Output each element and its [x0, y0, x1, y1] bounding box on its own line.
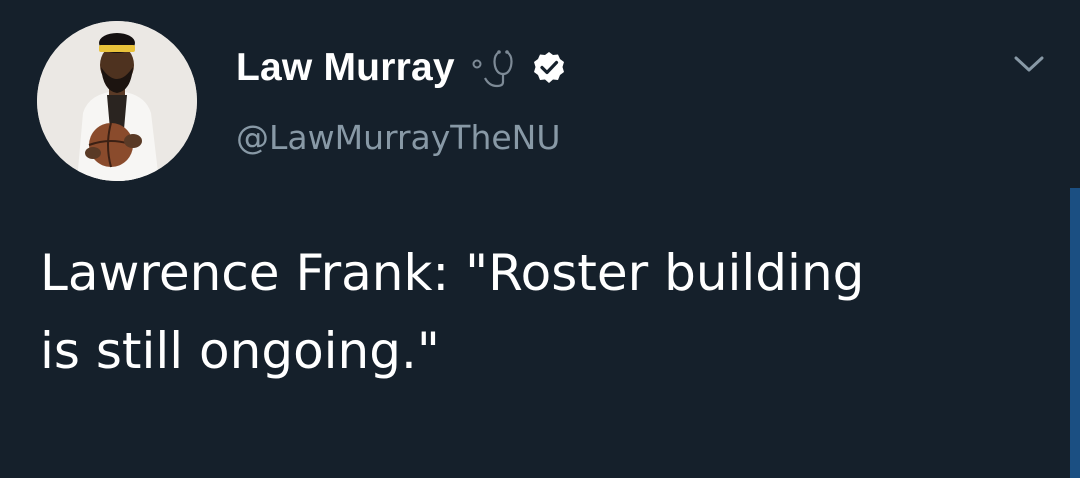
verified-badge-icon [531, 50, 567, 86]
tweet-text: Lawrence Frank: "Roster building is stil… [40, 244, 865, 380]
display-name[interactable]: Law Murray [236, 40, 455, 96]
name-row: Law Murray [236, 40, 567, 96]
user-handle[interactable]: @LawMurrayTheNU [236, 118, 567, 158]
tweet-card: Law Murray @LawMurrayTheNU Lawrence Fran… [0, 0, 1080, 478]
tweet-header: Law Murray @LawMurrayTheNU [236, 40, 567, 158]
stethoscope-icon [469, 48, 519, 88]
avatar[interactable] [37, 21, 197, 181]
avatar-image [37, 21, 197, 181]
scrollbar[interactable] [1070, 188, 1080, 478]
chevron-down-icon[interactable] [1012, 52, 1046, 76]
